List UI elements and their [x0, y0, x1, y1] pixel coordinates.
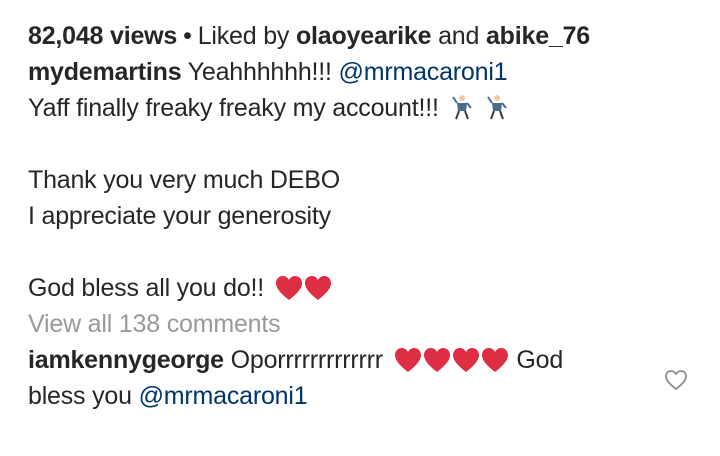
dancer-icon — [487, 95, 507, 120]
view-count[interactable]: 82,048 views — [28, 22, 177, 50]
hearts-emoji-group — [394, 347, 510, 383]
red-heart-icon — [304, 276, 331, 300]
caption-line: mydemartins Yeahhhhhh!!! @mrmacaroni1 — [28, 54, 700, 90]
red-heart-icon — [423, 348, 450, 372]
comment-text: Oporrrrrrrrrrrrr — [230, 346, 383, 374]
comment-text: bless you — [28, 382, 132, 410]
and-label: and — [438, 22, 480, 50]
caption-line: Yaff finally freaky freaky my account!!! — [28, 90, 700, 126]
caption-mention[interactable]: @mrmacaroni1 — [339, 58, 508, 86]
liked-by-label: Liked by — [197, 22, 290, 50]
likes-row: 82,048 views • Liked by olaoyearike and ab… — [28, 18, 700, 54]
comment-mention[interactable]: @mrmacaroni1 — [139, 382, 308, 410]
view-all-comments-link[interactable]: View all 138 comments — [28, 306, 700, 342]
liker-username[interactable]: abike_76 — [486, 22, 590, 50]
caption-line: Thank you very much DEBO — [28, 162, 700, 198]
comment-text: God — [516, 346, 564, 374]
caption-text: Yaff finally freaky freaky my account!!! — [28, 94, 439, 122]
like-comment-heart-icon[interactable] — [664, 368, 688, 392]
caption-line: I appreciate your generosity — [28, 198, 700, 234]
red-heart-icon — [481, 348, 508, 372]
caption-text: God bless all you do!! — [28, 274, 265, 302]
caption-text: Yeahhhhhh!!! — [187, 58, 332, 86]
comment-line: iamkennygeorge Oporrrrrrrrrrrrr God — [28, 342, 700, 378]
caption-username[interactable]: mydemartins — [28, 58, 182, 86]
hearts-emoji-group — [275, 275, 333, 311]
dancer-icon — [452, 95, 473, 120]
liker-username[interactable]: olaoyearike — [296, 22, 432, 50]
post-details: 82,048 views • Liked by olaoyearike and ab… — [28, 18, 700, 414]
caption-text: I appreciate your generosity — [28, 202, 331, 230]
red-heart-icon — [452, 348, 479, 372]
comment-line: bless you @mrmacaroni1 — [28, 378, 700, 414]
bullet-separator: • — [183, 22, 192, 50]
caption-line: God bless all you do!! — [28, 270, 700, 306]
caption-text: Thank you very much DEBO — [28, 166, 340, 194]
comment-username[interactable]: iamkennygeorge — [28, 346, 224, 374]
red-heart-icon — [275, 276, 302, 300]
red-heart-icon — [394, 348, 421, 372]
